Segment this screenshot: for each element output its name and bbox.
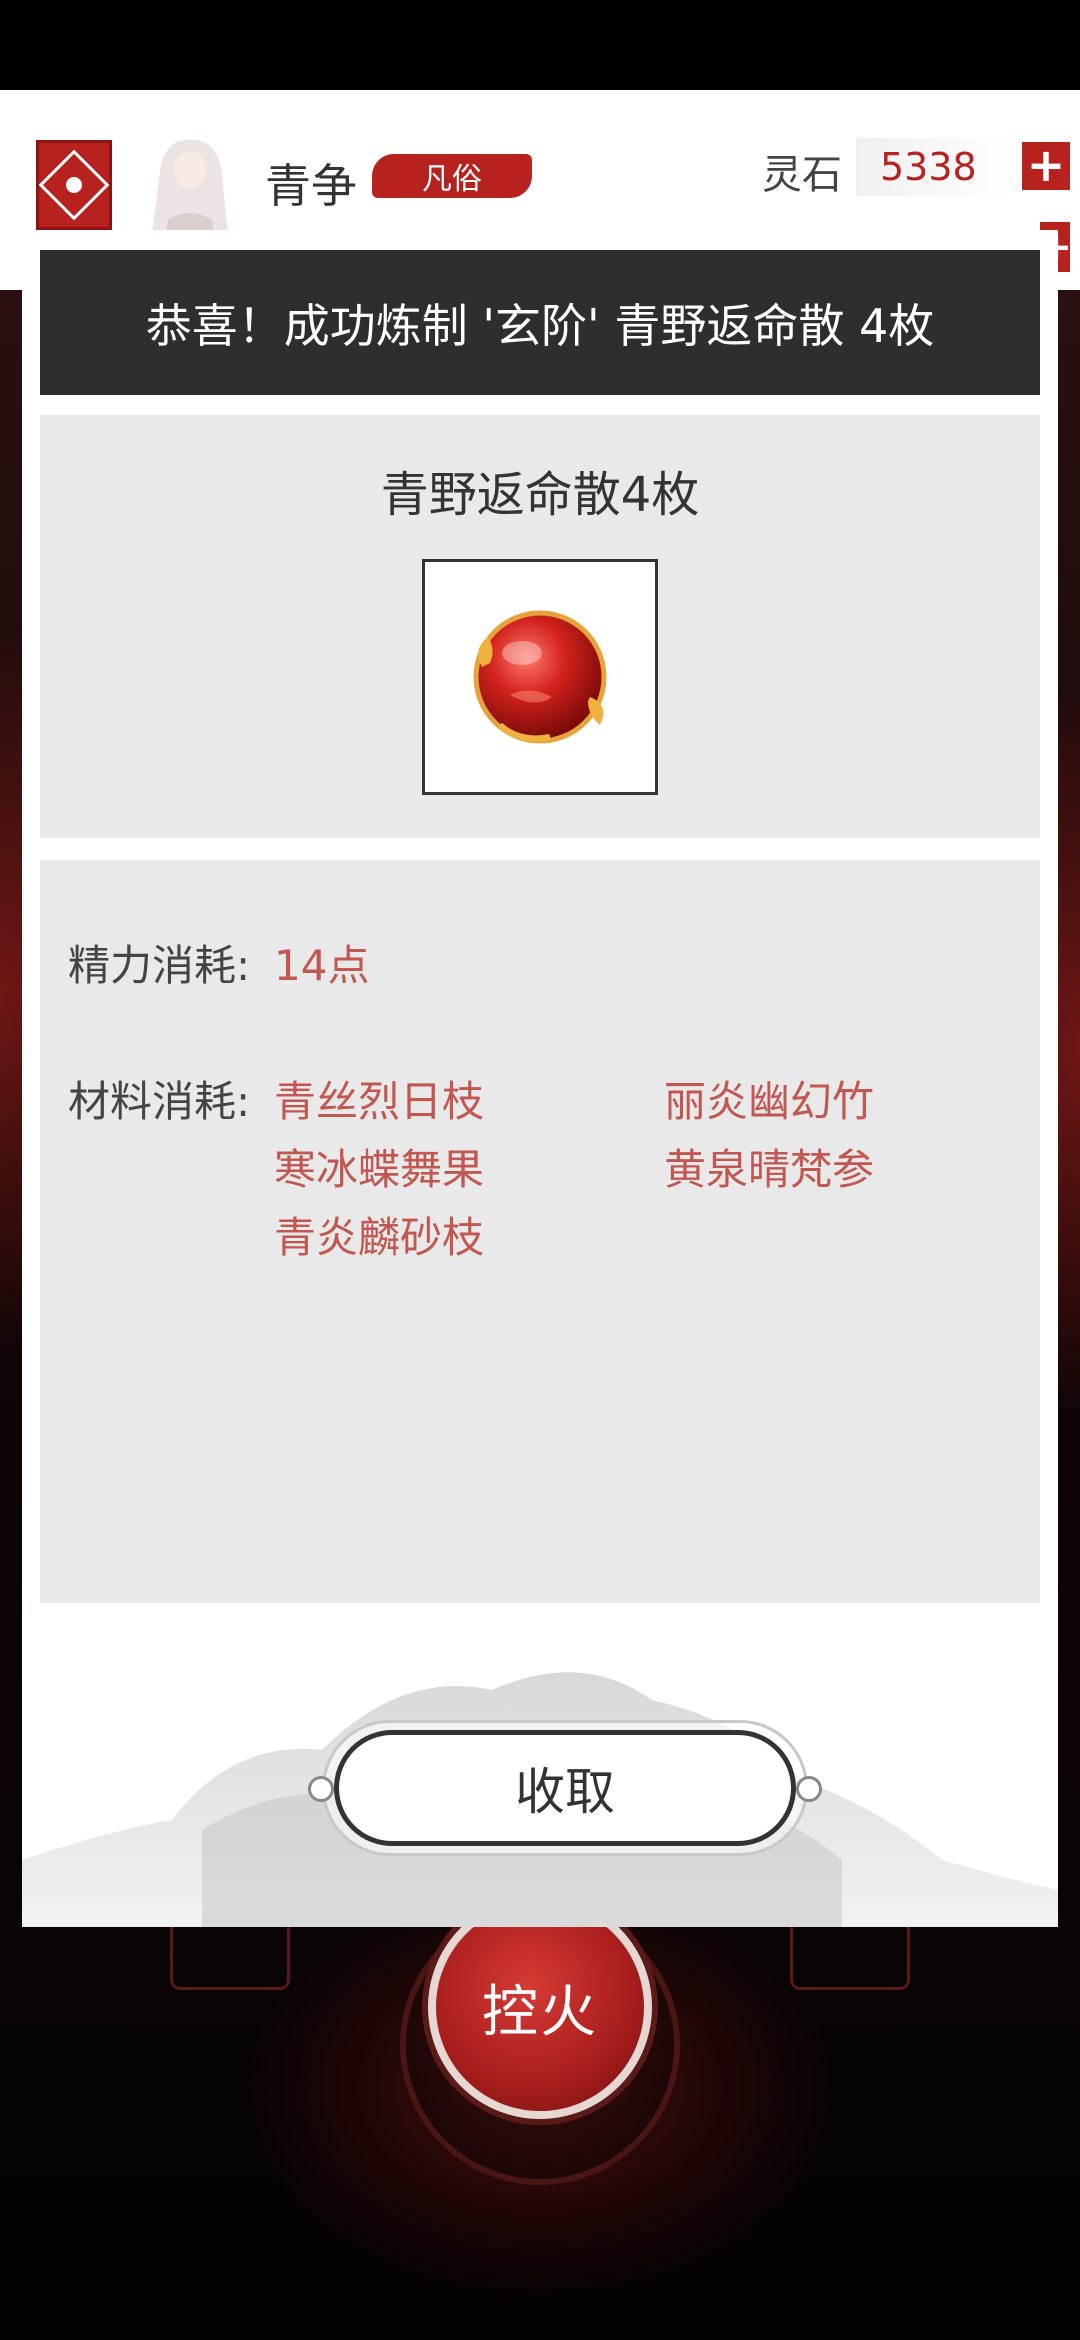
rank-badge: 凡俗 xyxy=(372,154,532,198)
material-item: 青丝烈日枝 xyxy=(274,1077,485,1126)
spirit-stone-label: 灵石 xyxy=(762,152,842,198)
collect-button[interactable]: 收取 xyxy=(334,1730,796,1846)
sect-emblem-icon[interactable] xyxy=(36,140,112,230)
result-dialog: 恭喜！成功炼制 '玄阶' 青野返命散 4枚 青野返命散4枚 精力消耗: 14点 … xyxy=(22,230,1058,1927)
item-panel: 青野返命散4枚 xyxy=(40,415,1040,838)
collect-button-left-dot xyxy=(308,1776,334,1802)
dialog-title: 恭喜！成功炼制 '玄阶' 青野返命散 4枚 xyxy=(40,250,1040,395)
item-name: 青野返命散4枚 xyxy=(380,467,700,523)
add-spirit-stone-button[interactable]: + xyxy=(1022,142,1070,190)
player-name: 青争 xyxy=(265,159,357,213)
material-item: 青炎麟砂枝 xyxy=(274,1213,485,1262)
energy-cost-value: 14点 xyxy=(274,941,370,990)
screen: 控火 青争 凡俗 灵石 5338 + + 恭喜！成功炼制 '玄阶' 青野返命散 … xyxy=(0,0,1080,2340)
energy-cost-label: 精力消耗: xyxy=(68,941,251,990)
control-fire-label: 控火 xyxy=(482,1979,598,2045)
consumption-panel: 精力消耗: 14点 材料消耗: 青丝烈日枝 丽炎幽幻竹 寒冰蝶舞果 黄泉晴梵参 … xyxy=(40,860,1040,1603)
material-item: 黄泉晴梵参 xyxy=(664,1145,875,1194)
collect-button-right-dot xyxy=(796,1776,822,1802)
material-item: 丽炎幽幻竹 xyxy=(664,1077,875,1126)
material-item: 寒冰蝶舞果 xyxy=(274,1145,485,1194)
red-pill-orb-icon xyxy=(473,610,607,744)
item-slot[interactable] xyxy=(422,559,658,795)
control-fire-button[interactable]: 控火 xyxy=(428,1895,652,2119)
materials-cost-label: 材料消耗: xyxy=(68,1077,251,1126)
spirit-stone-value: 5338 xyxy=(856,138,1016,196)
